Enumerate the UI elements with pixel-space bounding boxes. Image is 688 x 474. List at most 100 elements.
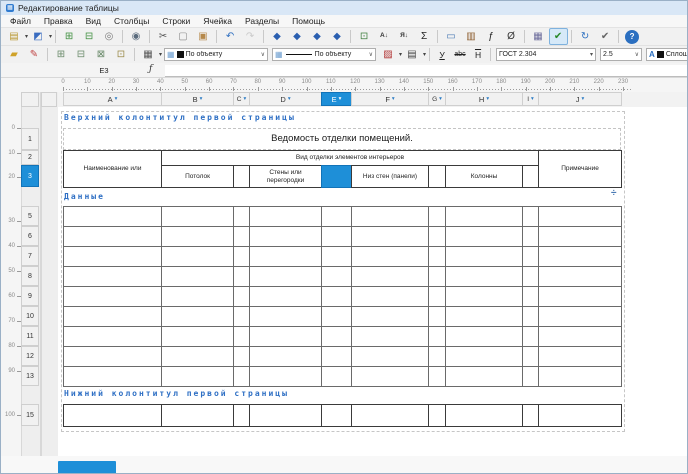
row-header-1[interactable]: 1 [21, 128, 39, 150]
strikethrough-button[interactable]: abc [452, 46, 469, 63]
table-cell[interactable] [233, 266, 250, 287]
table-cell[interactable] [351, 286, 429, 307]
row-header-13[interactable]: 13 [21, 366, 39, 386]
cell-reference-box[interactable]: E3 [69, 65, 139, 76]
menu-item-4[interactable]: Столбцы [114, 16, 149, 26]
column-header-g[interactable]: G▾ [428, 92, 446, 106]
edit-cell-button[interactable]: ⊡ [112, 46, 131, 63]
header-cell-wall-bottom[interactable]: Низ стен (панели) [351, 165, 429, 188]
table-cell[interactable] [161, 346, 234, 367]
chevron-down-icon[interactable]: ▾ [159, 51, 162, 58]
table-cell[interactable] [428, 246, 446, 267]
table-cell[interactable] [161, 246, 234, 267]
table-cell[interactable] [538, 404, 622, 427]
table-cell[interactable] [522, 326, 539, 347]
column-header-j[interactable]: J▾ [538, 92, 622, 106]
export-table-button[interactable]: ⊟ [80, 28, 99, 45]
table-cell[interactable] [538, 326, 622, 347]
table-cell[interactable] [161, 326, 234, 347]
table-cell[interactable] [249, 404, 322, 427]
redo-button[interactable]: ↷ [241, 28, 260, 45]
column-header-f[interactable]: F▾ [351, 92, 429, 106]
insert-row-below-button[interactable]: ◆ [288, 28, 307, 45]
column-header-a[interactable]: A▾ [63, 92, 162, 106]
table-cell[interactable] [249, 306, 322, 327]
row-header-15[interactable]: 15 [21, 404, 39, 426]
table-cell[interactable] [351, 206, 429, 227]
reference-book-button[interactable]: ▥ [462, 28, 481, 45]
border-color-combobox[interactable]: ▦По объекту∨ [164, 48, 268, 61]
chevron-down-icon[interactable]: ▾ [115, 96, 118, 102]
row-header-12[interactable]: 12 [21, 346, 39, 366]
section-resize-handle-icon[interactable]: ÷ [611, 189, 617, 199]
text-height-combobox[interactable]: 2.5∨ [600, 48, 642, 61]
table-cell[interactable] [233, 404, 250, 427]
header-cell-empty-c[interactable] [233, 165, 250, 188]
menu-item-7[interactable]: Разделы [245, 16, 279, 26]
header-cell-group[interactable]: Вид отделки элементов интерьеров [161, 150, 539, 166]
header-cell-name[interactable]: Наименование или [63, 150, 162, 188]
table-cell[interactable] [445, 286, 523, 307]
table-cell[interactable] [351, 306, 429, 327]
calculator-button[interactable]: ▦ [529, 28, 548, 45]
header-cell-note[interactable]: Примечание [538, 150, 622, 188]
row-header-3[interactable]: 3 [21, 165, 39, 187]
unmerge-cells-button[interactable]: ⊟ [72, 46, 91, 63]
table-cell[interactable] [63, 326, 162, 347]
attach-button[interactable]: ◎ [100, 28, 119, 45]
table-cell[interactable] [233, 226, 250, 247]
apply-check-button[interactable]: ✔ [596, 28, 615, 45]
table-cell[interactable] [233, 286, 250, 307]
table-cell[interactable] [63, 266, 162, 287]
header-cell-empty-i[interactable] [522, 165, 539, 188]
table-cell[interactable] [428, 326, 446, 347]
row-header-11[interactable]: 11 [21, 326, 39, 346]
table-properties-button[interactable]: ⊡ [355, 28, 374, 45]
table-cell[interactable] [249, 226, 322, 247]
table-cell[interactable] [63, 286, 162, 307]
diameter-symbol-button[interactable]: Ø [502, 28, 521, 45]
table-cell[interactable] [351, 266, 429, 287]
table-title-cell[interactable]: Ведомость отделки помещений. [63, 128, 621, 150]
menu-item-3[interactable]: Вид [86, 16, 101, 26]
header-cell-columns[interactable]: Колонны [445, 165, 523, 188]
merge-cells-button[interactable]: ⊞ [52, 46, 71, 63]
font-combobox[interactable]: ГОСТ 2.304▾ [496, 48, 596, 61]
table-cell[interactable] [321, 226, 352, 247]
column-header-d[interactable]: D▾ [249, 92, 322, 106]
table-cell[interactable] [321, 326, 352, 347]
table-cell[interactable] [63, 246, 162, 267]
table-cell[interactable] [428, 286, 446, 307]
insert-col-right-button[interactable]: ◆ [328, 28, 347, 45]
table-cell[interactable] [445, 404, 523, 427]
menu-item-2[interactable]: Правка [44, 16, 73, 26]
table-cell[interactable] [63, 346, 162, 367]
table-cell[interactable] [321, 306, 352, 327]
row-header-10[interactable]: 10 [21, 306, 39, 326]
column-header-h[interactable]: H▾ [445, 92, 523, 106]
table-cell[interactable] [522, 404, 539, 427]
table-cell[interactable] [63, 404, 162, 427]
insert-row-above-button[interactable]: ◆ [268, 28, 287, 45]
table-cell[interactable] [351, 366, 429, 387]
table-cell[interactable] [522, 286, 539, 307]
table-cell[interactable] [428, 306, 446, 327]
table-cell[interactable] [321, 404, 352, 427]
table-cell[interactable] [445, 266, 523, 287]
table-cell[interactable] [249, 246, 322, 267]
table-cell[interactable] [249, 366, 322, 387]
header-cell-walls[interactable]: Стены или перегородки [249, 165, 322, 188]
table-cell[interactable] [522, 226, 539, 247]
table-cell[interactable] [428, 346, 446, 367]
menu-item-8[interactable]: Помощь [292, 16, 325, 26]
cut-button[interactable]: ✂ [154, 28, 173, 45]
table-cell[interactable] [161, 306, 234, 327]
insert-formula-button[interactable]: ƒ [482, 28, 501, 45]
sort-ascending-button[interactable]: А↓ [375, 28, 394, 45]
sum-button[interactable]: Σ [415, 28, 434, 45]
formula-input[interactable] [165, 65, 687, 77]
table-cell[interactable] [522, 206, 539, 227]
row-header-6[interactable]: 6 [21, 226, 39, 246]
chevron-down-icon[interactable]: ▾ [200, 96, 203, 102]
output-options-button[interactable]: ▤ [5, 28, 24, 45]
